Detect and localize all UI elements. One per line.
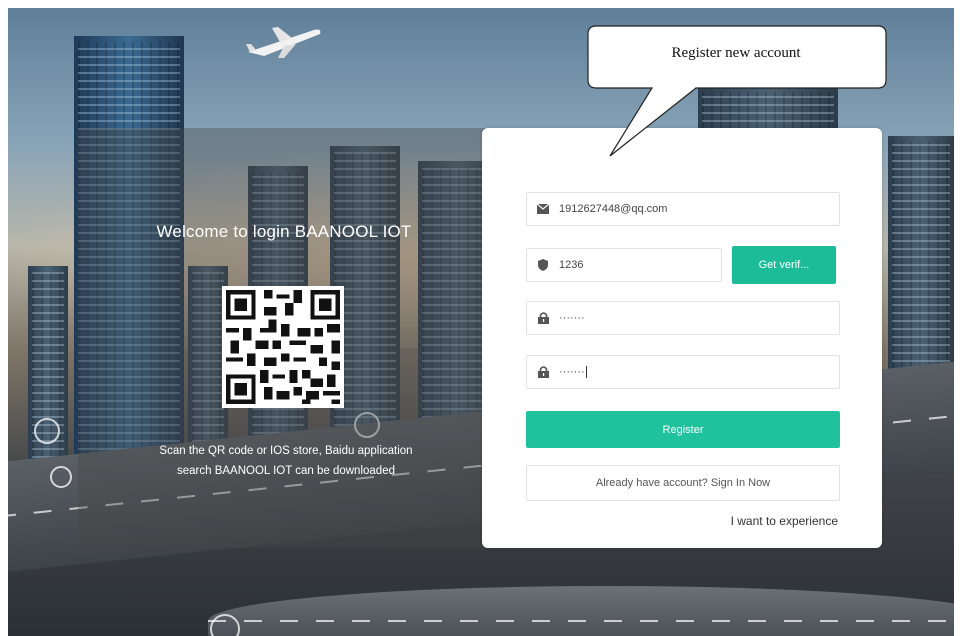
location-ring-icon	[210, 614, 240, 636]
welcome-title: Welcome to login BAANOOL IOT	[156, 222, 412, 241]
code-value: 1236	[559, 259, 584, 271]
mail-icon	[537, 203, 549, 215]
location-ring-icon	[50, 466, 72, 488]
scan-line-1: Scan the QR code or IOS store, Baidu app…	[159, 445, 413, 457]
location-ring-icon	[34, 418, 60, 444]
email-value: 1912627448@qq.com	[559, 203, 668, 215]
password-field[interactable]: ·······	[526, 301, 840, 335]
airplane-icon	[246, 27, 321, 58]
experience-link[interactable]: I want to experience	[731, 514, 838, 528]
shield-icon	[537, 259, 549, 271]
confirm-password-field[interactable]: ·······	[526, 355, 840, 389]
scan-line-2: search BAANOOL IOT can be downloaded	[177, 465, 395, 477]
callout-text: Register new account	[671, 45, 801, 61]
password-value: ·······	[559, 312, 585, 324]
download-instructions: Scan the QR code or IOS store, Baidu app…	[110, 441, 462, 481]
register-button[interactable]: Register	[526, 411, 840, 448]
verification-code-field[interactable]: 1236	[526, 248, 722, 282]
get-verification-code-button[interactable]: Get verif...	[732, 246, 836, 284]
register-card: 1912627448@qq.com 1236 Get verif... ····…	[482, 128, 882, 548]
qr-code	[222, 286, 344, 408]
lock-icon	[537, 366, 549, 378]
email-field[interactable]: 1912627448@qq.com	[526, 192, 840, 226]
confirm-password-value: ·······	[559, 365, 587, 379]
sign-in-button[interactable]: Already have account? Sign In Now	[526, 465, 840, 501]
highway	[208, 586, 954, 636]
lock-icon	[537, 312, 549, 324]
